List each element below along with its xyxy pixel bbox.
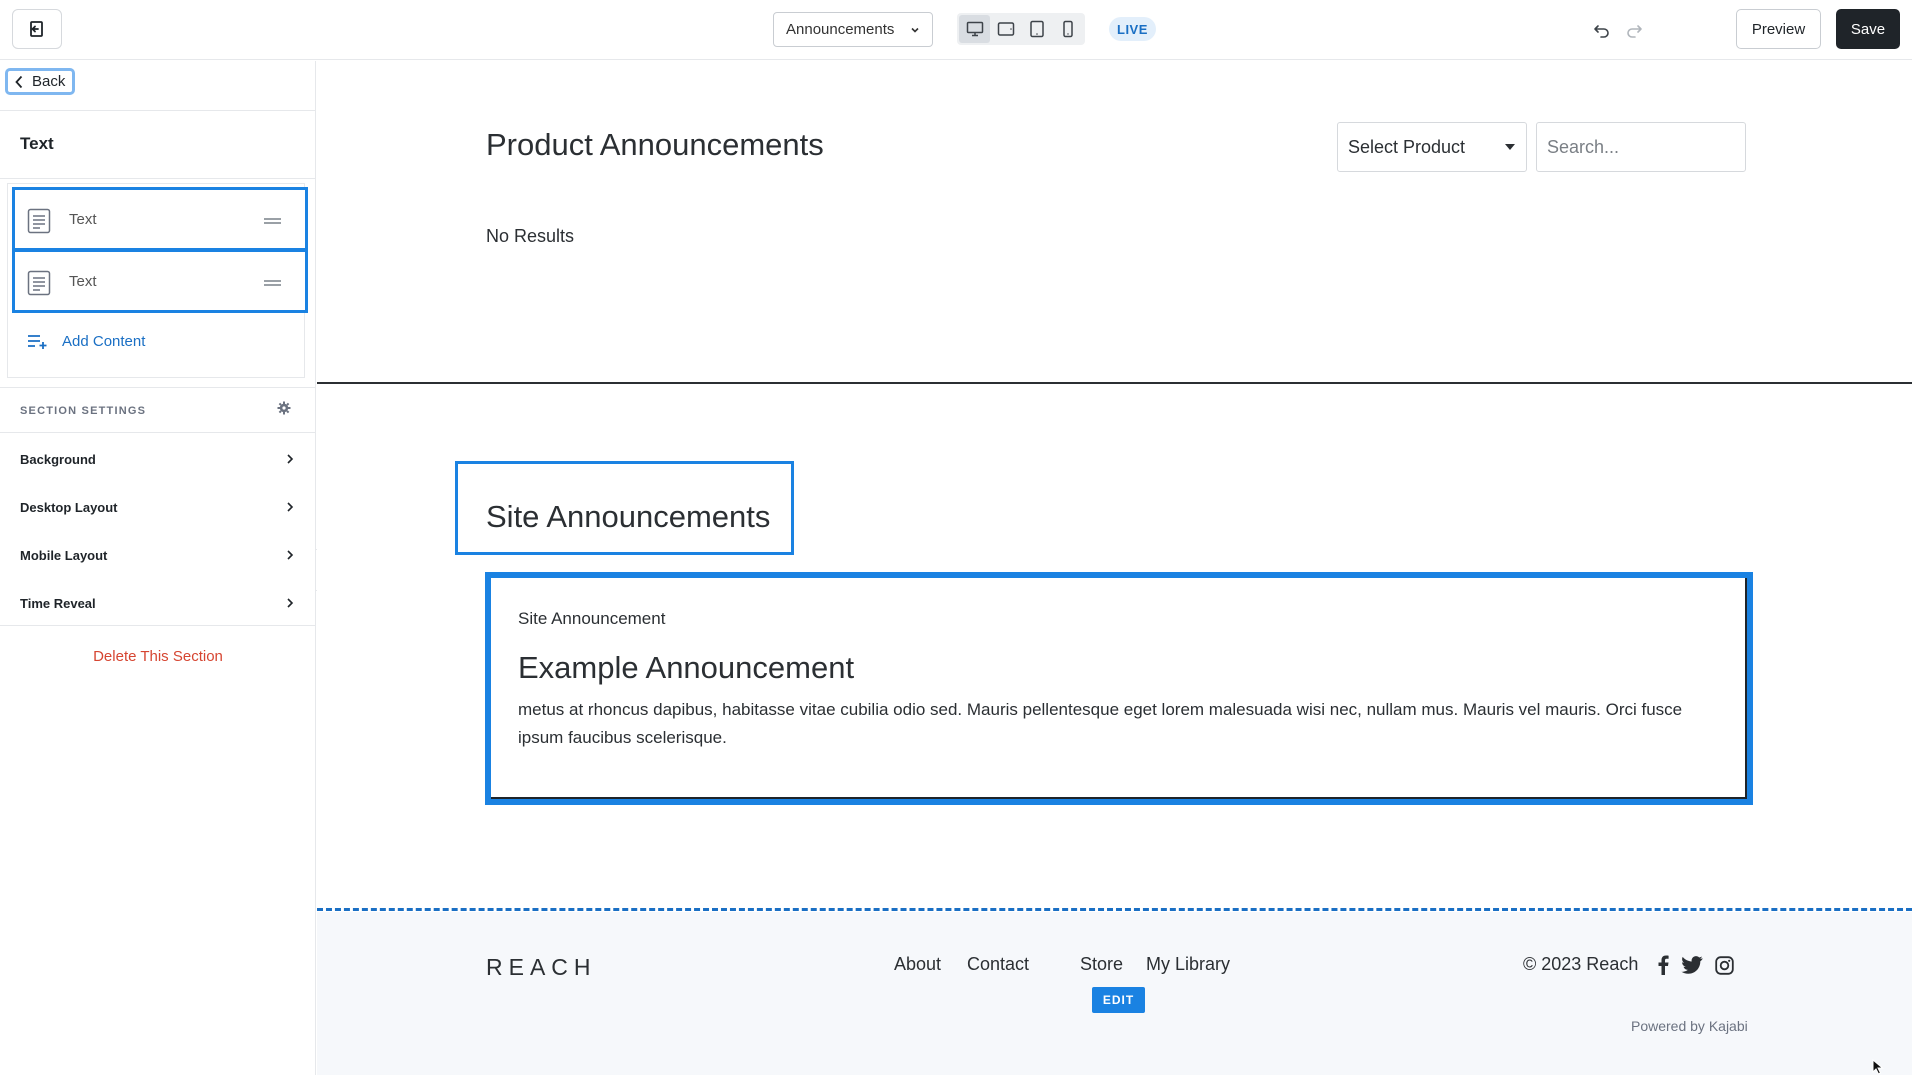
- section-settings-heading: SECTION SETTINGS: [20, 405, 147, 417]
- undo-icon: [1594, 25, 1609, 38]
- exit-editor-button[interactable]: [12, 9, 62, 49]
- divider: [0, 387, 316, 388]
- footer-brand-logo[interactable]: REACH: [486, 954, 597, 981]
- settings-row-label: Time Reveal: [20, 595, 96, 611]
- settings-row-time-reveal[interactable]: Time Reveal: [0, 579, 316, 627]
- top-toolbar: Announcements LIVE Preview Save: [0, 0, 1912, 60]
- desktop-view-button[interactable]: [959, 15, 990, 43]
- no-results-text: No Results: [486, 226, 575, 246]
- product-select-value: Select Product: [1348, 136, 1466, 157]
- drag-handle-icon[interactable]: [264, 280, 281, 286]
- search-input[interactable]: [1536, 122, 1746, 172]
- site-footer: REACH About Contact Store My Library EDI…: [317, 912, 1912, 1075]
- page-canvas: Product Announcements Select Product No …: [317, 61, 1912, 1075]
- desktop-icon: [966, 21, 983, 37]
- text-block-icon: [27, 208, 51, 234]
- text-block-icon: [27, 270, 51, 296]
- editor-sidebar: Back Text Text Text Add Content SECTION …: [0, 61, 316, 1075]
- announcement-card-inner: [491, 578, 1747, 799]
- divider: [0, 110, 316, 111]
- settings-row-label: Background: [20, 451, 96, 467]
- settings-row-label: Mobile Layout: [20, 547, 108, 563]
- tablet-landscape-icon: [997, 22, 1014, 36]
- content-block-label: Text: [69, 273, 97, 290]
- tablet-portrait-view-button[interactable]: [1021, 15, 1052, 43]
- exit-icon: [30, 21, 43, 37]
- save-button[interactable]: Save: [1836, 9, 1900, 49]
- add-content-label: Add Content: [62, 333, 146, 350]
- redo-button[interactable]: [1622, 18, 1646, 42]
- delete-section-button[interactable]: Delete This Section: [0, 648, 316, 665]
- edit-menu-button[interactable]: EDIT: [1092, 987, 1145, 1013]
- footer-link-my-library[interactable]: My Library: [1146, 954, 1230, 975]
- facebook-icon[interactable]: [1652, 954, 1674, 976]
- announcement-card[interactable]: Site Announcement Example Announcement m…: [485, 572, 1753, 805]
- section-divider: [317, 382, 1912, 384]
- add-content-button[interactable]: Add Content: [27, 333, 145, 350]
- page-select[interactable]: Announcements: [773, 12, 933, 47]
- chevron-left-icon: [15, 75, 23, 88]
- content-block-text[interactable]: Text: [12, 249, 308, 313]
- chevron-down-icon: [911, 27, 919, 33]
- footer-section-outline: [317, 908, 1912, 911]
- content-block-text[interactable]: Text: [12, 187, 308, 251]
- tablet-portrait-icon: [1029, 20, 1044, 38]
- caret-down-icon: [1505, 144, 1515, 150]
- divider: [0, 432, 316, 433]
- mobile-icon: [1062, 20, 1073, 38]
- page-select-value: Announcements: [786, 21, 895, 38]
- site-announcements-title: Site Announcements: [486, 499, 771, 534]
- preview-button[interactable]: Preview: [1736, 9, 1821, 49]
- tablet-landscape-view-button[interactable]: [990, 15, 1021, 43]
- settings-row-mobile-layout[interactable]: Mobile Layout: [0, 531, 316, 579]
- divider: [0, 625, 316, 626]
- announcement-body: metus at rhoncus dapibus, habitasse vita…: [518, 700, 1683, 747]
- chevron-right-icon: [287, 454, 294, 464]
- announcement-tag: Site Announcement: [518, 609, 666, 628]
- product-select[interactable]: Select Product: [1337, 122, 1527, 172]
- drag-handle-icon[interactable]: [264, 218, 281, 224]
- chevron-right-icon: [287, 550, 294, 560]
- chevron-right-icon: [287, 502, 294, 512]
- back-button[interactable]: Back: [5, 68, 75, 95]
- footer-link-store[interactable]: Store: [1080, 954, 1123, 975]
- mobile-view-button[interactable]: [1052, 15, 1083, 43]
- announcement-title: Example Announcement: [518, 650, 855, 685]
- footer-link-contact[interactable]: Contact: [967, 954, 1029, 975]
- twitter-icon[interactable]: [1681, 954, 1703, 976]
- divider: [0, 178, 316, 179]
- sidebar-title: Text: [20, 134, 54, 153]
- add-list-icon: [28, 334, 47, 349]
- live-status-badge: LIVE: [1109, 17, 1156, 41]
- chevron-right-icon: [287, 598, 294, 608]
- settings-row-background[interactable]: Background: [0, 435, 316, 483]
- mouse-cursor-icon: [1872, 1059, 1884, 1075]
- footer-link-about[interactable]: About: [894, 954, 941, 975]
- content-block-label: Text: [69, 211, 97, 228]
- settings-row-desktop-layout[interactable]: Desktop Layout: [0, 483, 316, 531]
- back-label: Back: [32, 73, 66, 90]
- page-title: Product Announcements: [486, 127, 824, 162]
- instagram-icon[interactable]: [1713, 954, 1735, 976]
- footer-copyright: © 2023 Reach: [1523, 954, 1639, 974]
- settings-row-label: Desktop Layout: [20, 499, 118, 515]
- redo-icon: [1627, 25, 1642, 38]
- undo-button[interactable]: [1590, 18, 1614, 42]
- powered-by-text[interactable]: Powered by Kajabi: [1631, 1018, 1748, 1034]
- device-toggle-group: [957, 13, 1085, 45]
- gear-icon[interactable]: [277, 401, 291, 415]
